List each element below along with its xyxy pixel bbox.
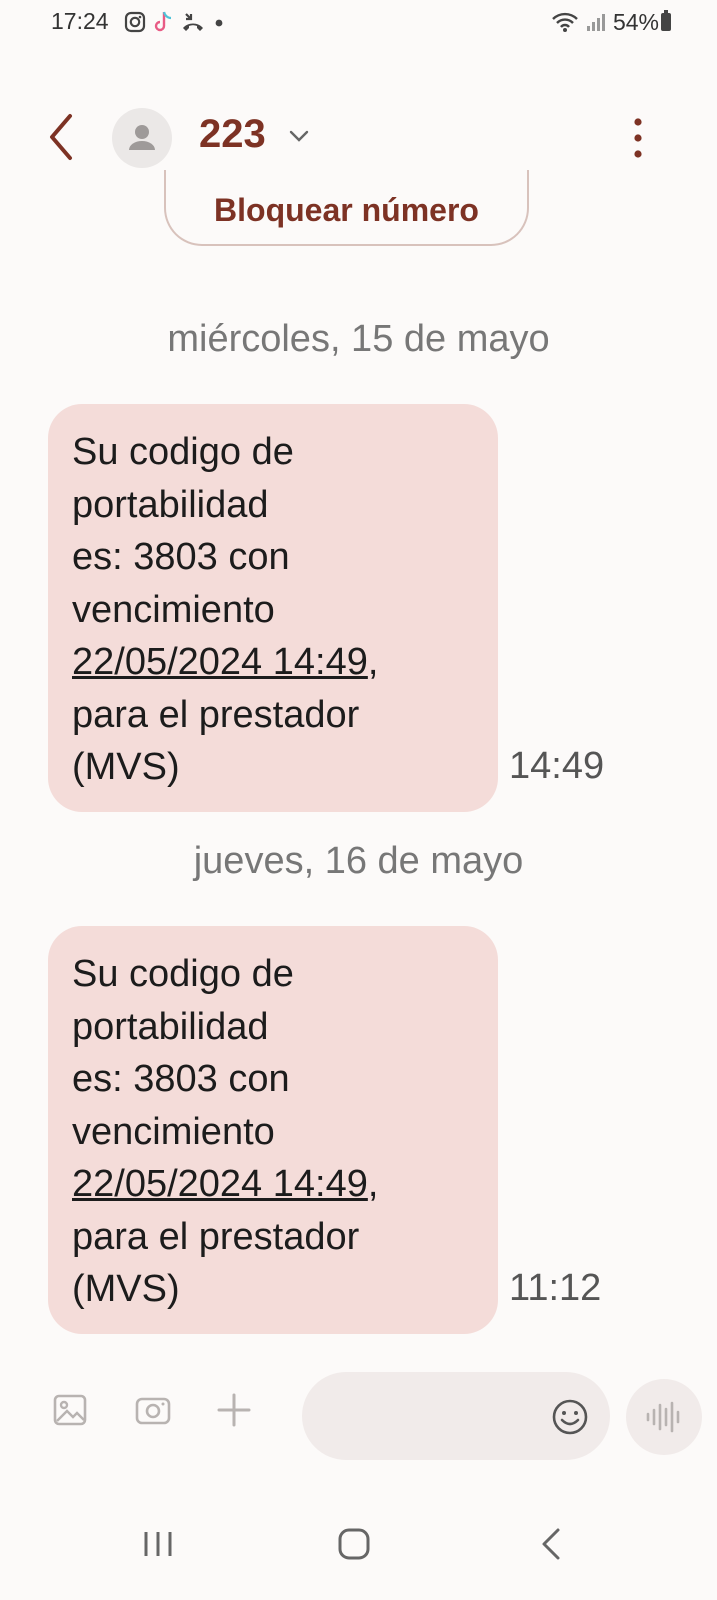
message-line: (MVS) xyxy=(72,746,180,788)
plus-icon[interactable] xyxy=(216,1392,252,1428)
block-number-button[interactable]: Bloquear número xyxy=(164,170,529,246)
avatar[interactable] xyxy=(112,108,172,168)
message-line: vencimiento xyxy=(72,1110,275,1153)
status-bar: 17:24 54% xyxy=(0,0,717,44)
message-bubble[interactable]: Su codigo de portabilidad es: 3803 con v… xyxy=(48,926,498,1334)
system-icons: 54% xyxy=(551,8,659,36)
date-separator: miércoles, 15 de mayo xyxy=(167,318,550,360)
message-bubble[interactable]: Su codigo de portabilidad es: 3803 con v… xyxy=(48,404,498,812)
message-time: 14:49 xyxy=(509,745,605,787)
wifi-icon xyxy=(552,12,578,32)
message-line: Su codigo de xyxy=(72,431,294,473)
recent-apps-icon[interactable] xyxy=(140,1526,176,1562)
contact-name[interactable]: 223 xyxy=(199,112,266,157)
call-icon xyxy=(183,13,203,31)
comma: , xyxy=(367,1163,379,1205)
date-link[interactable]: 22/05/2024 14:49 xyxy=(72,641,368,683)
date-separator: jueves, 16 de mayo xyxy=(193,840,524,882)
message-line-date: 22/05/2024 14:49, xyxy=(72,1158,478,1211)
message-line: (MVS) xyxy=(72,1268,180,1310)
battery-percent: 54% xyxy=(612,8,659,35)
back-nav-icon[interactable] xyxy=(534,1526,570,1562)
tiktok-icon xyxy=(154,11,172,32)
notification-icons xyxy=(124,8,226,36)
block-number-label: Bloquear número xyxy=(214,192,479,228)
message-line: portabilidad xyxy=(72,1005,269,1048)
message-time: 11:12 xyxy=(509,1267,602,1309)
back-arrow-icon[interactable] xyxy=(40,110,84,164)
message-line-date: 22/05/2024 14:49, xyxy=(72,636,478,689)
voice-icon xyxy=(646,1401,680,1433)
person-icon xyxy=(129,125,155,150)
message-line: es: 3803 con xyxy=(72,1058,290,1100)
message-composer xyxy=(0,1370,717,1466)
comma: , xyxy=(367,641,379,683)
home-icon[interactable] xyxy=(336,1526,372,1562)
message-line: para el prestador xyxy=(72,693,360,736)
message-line: es: 3803 con xyxy=(72,536,290,578)
voice-button[interactable] xyxy=(626,1379,702,1455)
instagram-icon xyxy=(124,11,146,33)
signal-icon xyxy=(586,14,605,31)
navigation-bar xyxy=(0,1510,717,1600)
conversation-header: 223 xyxy=(0,96,717,180)
message-line: portabilidad xyxy=(72,483,269,526)
status-time: 17:24 xyxy=(51,8,109,34)
battery-icon xyxy=(661,10,671,31)
message-line: para el prestador xyxy=(72,1215,360,1258)
emoji-icon[interactable] xyxy=(551,1398,589,1436)
dot-icon xyxy=(215,19,223,27)
message-line: vencimiento xyxy=(72,588,275,631)
camera-icon[interactable] xyxy=(134,1392,172,1428)
more-options-icon[interactable] xyxy=(632,116,644,160)
gallery-icon[interactable] xyxy=(52,1392,88,1428)
chevron-down-icon[interactable] xyxy=(288,128,310,144)
date-link[interactable]: 22/05/2024 14:49 xyxy=(72,1163,368,1205)
message-line: Su codigo de xyxy=(72,953,294,995)
